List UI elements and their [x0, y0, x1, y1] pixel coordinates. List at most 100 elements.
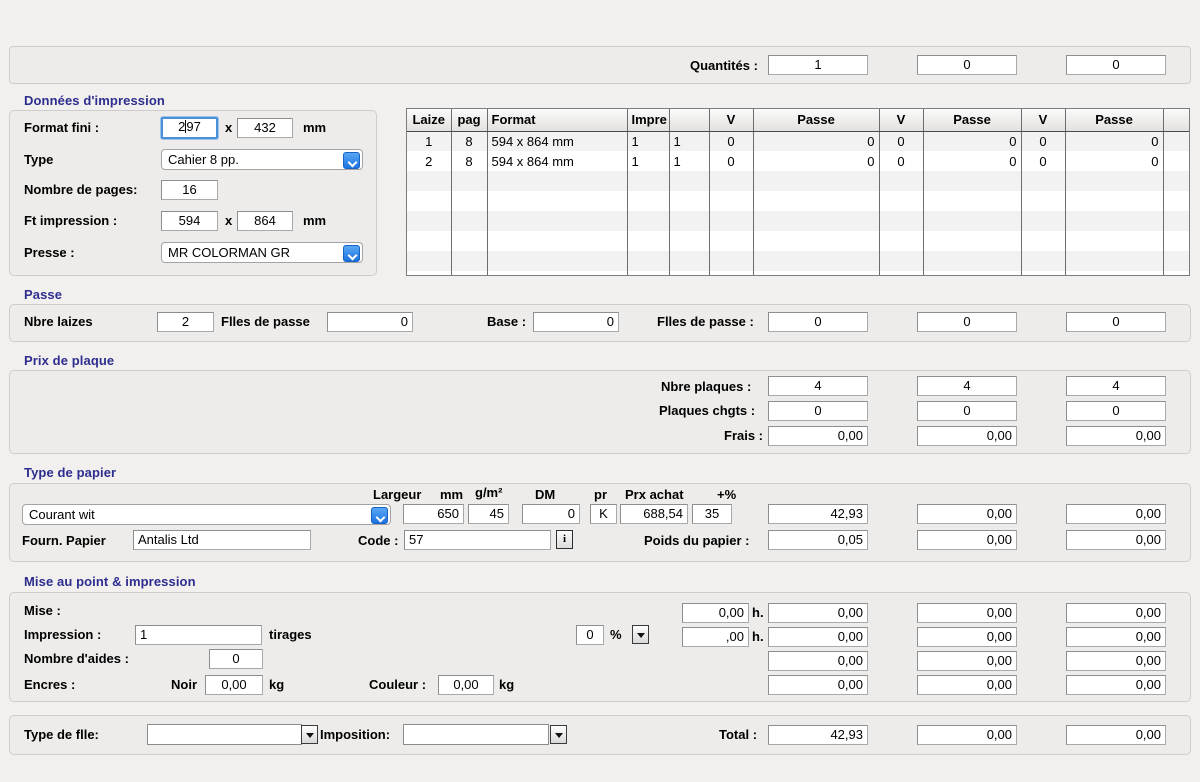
flles-de-passe-input[interactable]: 0 [327, 312, 413, 332]
imposition-select[interactable] [403, 724, 549, 745]
table-cell-empty[interactable] [669, 231, 710, 251]
table-cell[interactable] [1163, 131, 1189, 151]
table-row[interactable]: 1 8 594 x 864 mm 1 1 0 0 0 0 0 0 [407, 131, 1189, 151]
table-cell-empty[interactable] [753, 171, 880, 191]
base-input[interactable]: 0 [533, 312, 619, 332]
table-cell[interactable]: 594 x 864 mm [487, 131, 628, 151]
chevron-down-icon[interactable] [343, 245, 360, 262]
type-flle-select[interactable] [147, 724, 302, 745]
table-cell[interactable]: 2 [407, 151, 452, 171]
table-cell-empty[interactable] [487, 271, 628, 275]
table-cell-empty[interactable] [1163, 171, 1189, 191]
paper-amount-field-1[interactable]: 42,93 [768, 504, 868, 524]
table-header-passe-6[interactable]: Passe [753, 109, 880, 132]
chevron-down-icon[interactable] [343, 152, 360, 169]
mise-amount-field-r1-c2[interactable]: 0,00 [917, 603, 1017, 623]
mise-amount-field-r3-c3[interactable]: 0,00 [1066, 651, 1166, 671]
total-field-1[interactable]: 42,93 [768, 725, 868, 745]
table-cell-empty[interactable] [627, 211, 670, 231]
table-cell-empty[interactable] [879, 271, 924, 275]
table-cell-empty[interactable] [451, 211, 488, 231]
nbre-plaques-field-1[interactable]: 4 [768, 376, 868, 396]
table-cell-empty[interactable] [923, 271, 1022, 275]
flles-de-passe2-field-3[interactable]: 0 [1066, 312, 1166, 332]
table-header-v-9[interactable]: V [1021, 109, 1066, 132]
table-header-impre-3[interactable]: Impre [627, 109, 670, 132]
type-select[interactable]: Cahier 8 pp. [161, 149, 363, 170]
plaques-chgts-field-3[interactable]: 0 [1066, 401, 1166, 421]
table-cell[interactable]: 1 [627, 151, 670, 171]
table-cell-empty[interactable] [879, 211, 924, 231]
paper-type-select[interactable]: Courant wit [22, 504, 391, 525]
nombre-aides-input[interactable]: 0 [209, 649, 263, 669]
table-cell-empty[interactable] [1021, 251, 1066, 271]
percent-dropdown-icon[interactable] [632, 625, 649, 644]
table-cell[interactable]: 1 [407, 131, 452, 151]
table-cell-empty[interactable] [709, 171, 754, 191]
table-row-empty[interactable] [407, 231, 1189, 251]
table-cell-empty[interactable] [451, 171, 488, 191]
table-cell-empty[interactable] [1065, 271, 1164, 275]
table-cell-empty[interactable] [1163, 251, 1189, 271]
table-cell-empty[interactable] [1065, 211, 1164, 231]
table-cell[interactable]: 1 [669, 131, 710, 151]
table-cell-empty[interactable] [407, 231, 452, 251]
table-cell[interactable]: 0 [923, 131, 1022, 151]
table-cell-empty[interactable] [627, 271, 670, 275]
table-cell[interactable]: 0 [1021, 151, 1066, 171]
table-cell[interactable]: 594 x 864 mm [487, 151, 628, 171]
largeur-input[interactable]: 650 [403, 504, 464, 524]
table-cell-empty[interactable] [1163, 231, 1189, 251]
table-header-blank-4[interactable] [669, 109, 710, 132]
table-cell-empty[interactable] [627, 191, 670, 211]
percent-input[interactable]: 0 [576, 625, 604, 645]
table-cell-empty[interactable] [1065, 251, 1164, 271]
table-cell-empty[interactable] [879, 191, 924, 211]
table-cell-empty[interactable] [1065, 191, 1164, 211]
mise-amount-field-r3-c2[interactable]: 0,00 [917, 651, 1017, 671]
table-cell-empty[interactable] [879, 251, 924, 271]
table-header-v-7[interactable]: V [879, 109, 924, 132]
hours-field-1[interactable]: 0,00 [682, 603, 749, 623]
table-header-v-5[interactable]: V [709, 109, 754, 132]
table-cell-empty[interactable] [407, 251, 452, 271]
table-cell-empty[interactable] [451, 191, 488, 211]
nbre-plaques-field-3[interactable]: 4 [1066, 376, 1166, 396]
poids-field-1[interactable]: 0,05 [768, 530, 868, 550]
imposition-dropdown-icon[interactable] [550, 725, 567, 744]
table-cell-empty[interactable] [669, 191, 710, 211]
table-cell-empty[interactable] [487, 171, 628, 191]
table-cell-empty[interactable] [407, 271, 452, 275]
table-cell-empty[interactable] [923, 171, 1022, 191]
fourn-papier-input[interactable]: Antalis Ltd [133, 530, 311, 550]
table-cell-empty[interactable] [709, 251, 754, 271]
quantity-field-2[interactable]: 0 [917, 55, 1017, 75]
dm-input[interactable]: 0 [522, 504, 580, 524]
mise-amount-field-r2-c3[interactable]: 0,00 [1066, 627, 1166, 647]
quantity-field-3[interactable]: 0 [1066, 55, 1166, 75]
table-row-empty[interactable] [407, 211, 1189, 231]
table-cell[interactable]: 8 [451, 151, 488, 171]
mise-amount-field-r2-c1[interactable]: 0,00 [768, 627, 868, 647]
table-cell-empty[interactable] [487, 211, 628, 231]
table-cell[interactable]: 0 [753, 131, 880, 151]
table-cell-empty[interactable] [669, 211, 710, 231]
hours-field-2[interactable]: ,00 [682, 627, 749, 647]
table-cell[interactable]: 0 [709, 131, 754, 151]
table-cell-empty[interactable] [451, 251, 488, 271]
prx-achat-input[interactable]: 688,54 [620, 504, 688, 524]
table-cell[interactable]: 8 [451, 131, 488, 151]
frais-field-1[interactable]: 0,00 [768, 426, 868, 446]
frais-field-3[interactable]: 0,00 [1066, 426, 1166, 446]
mise-amount-field-r4-c1[interactable]: 0,00 [768, 675, 868, 695]
table-cell-empty[interactable] [487, 251, 628, 271]
table-cell-empty[interactable] [709, 191, 754, 211]
table-cell[interactable]: 0 [753, 151, 880, 171]
total-field-3[interactable]: 0,00 [1066, 725, 1166, 745]
table-cell-empty[interactable] [709, 211, 754, 231]
plaques-chgts-field-1[interactable]: 0 [768, 401, 868, 421]
table-header-laize-0[interactable]: Laize [407, 109, 452, 132]
table-cell-empty[interactable] [487, 191, 628, 211]
table-cell-empty[interactable] [923, 251, 1022, 271]
nombre-pages-input[interactable]: 16 [161, 180, 218, 200]
